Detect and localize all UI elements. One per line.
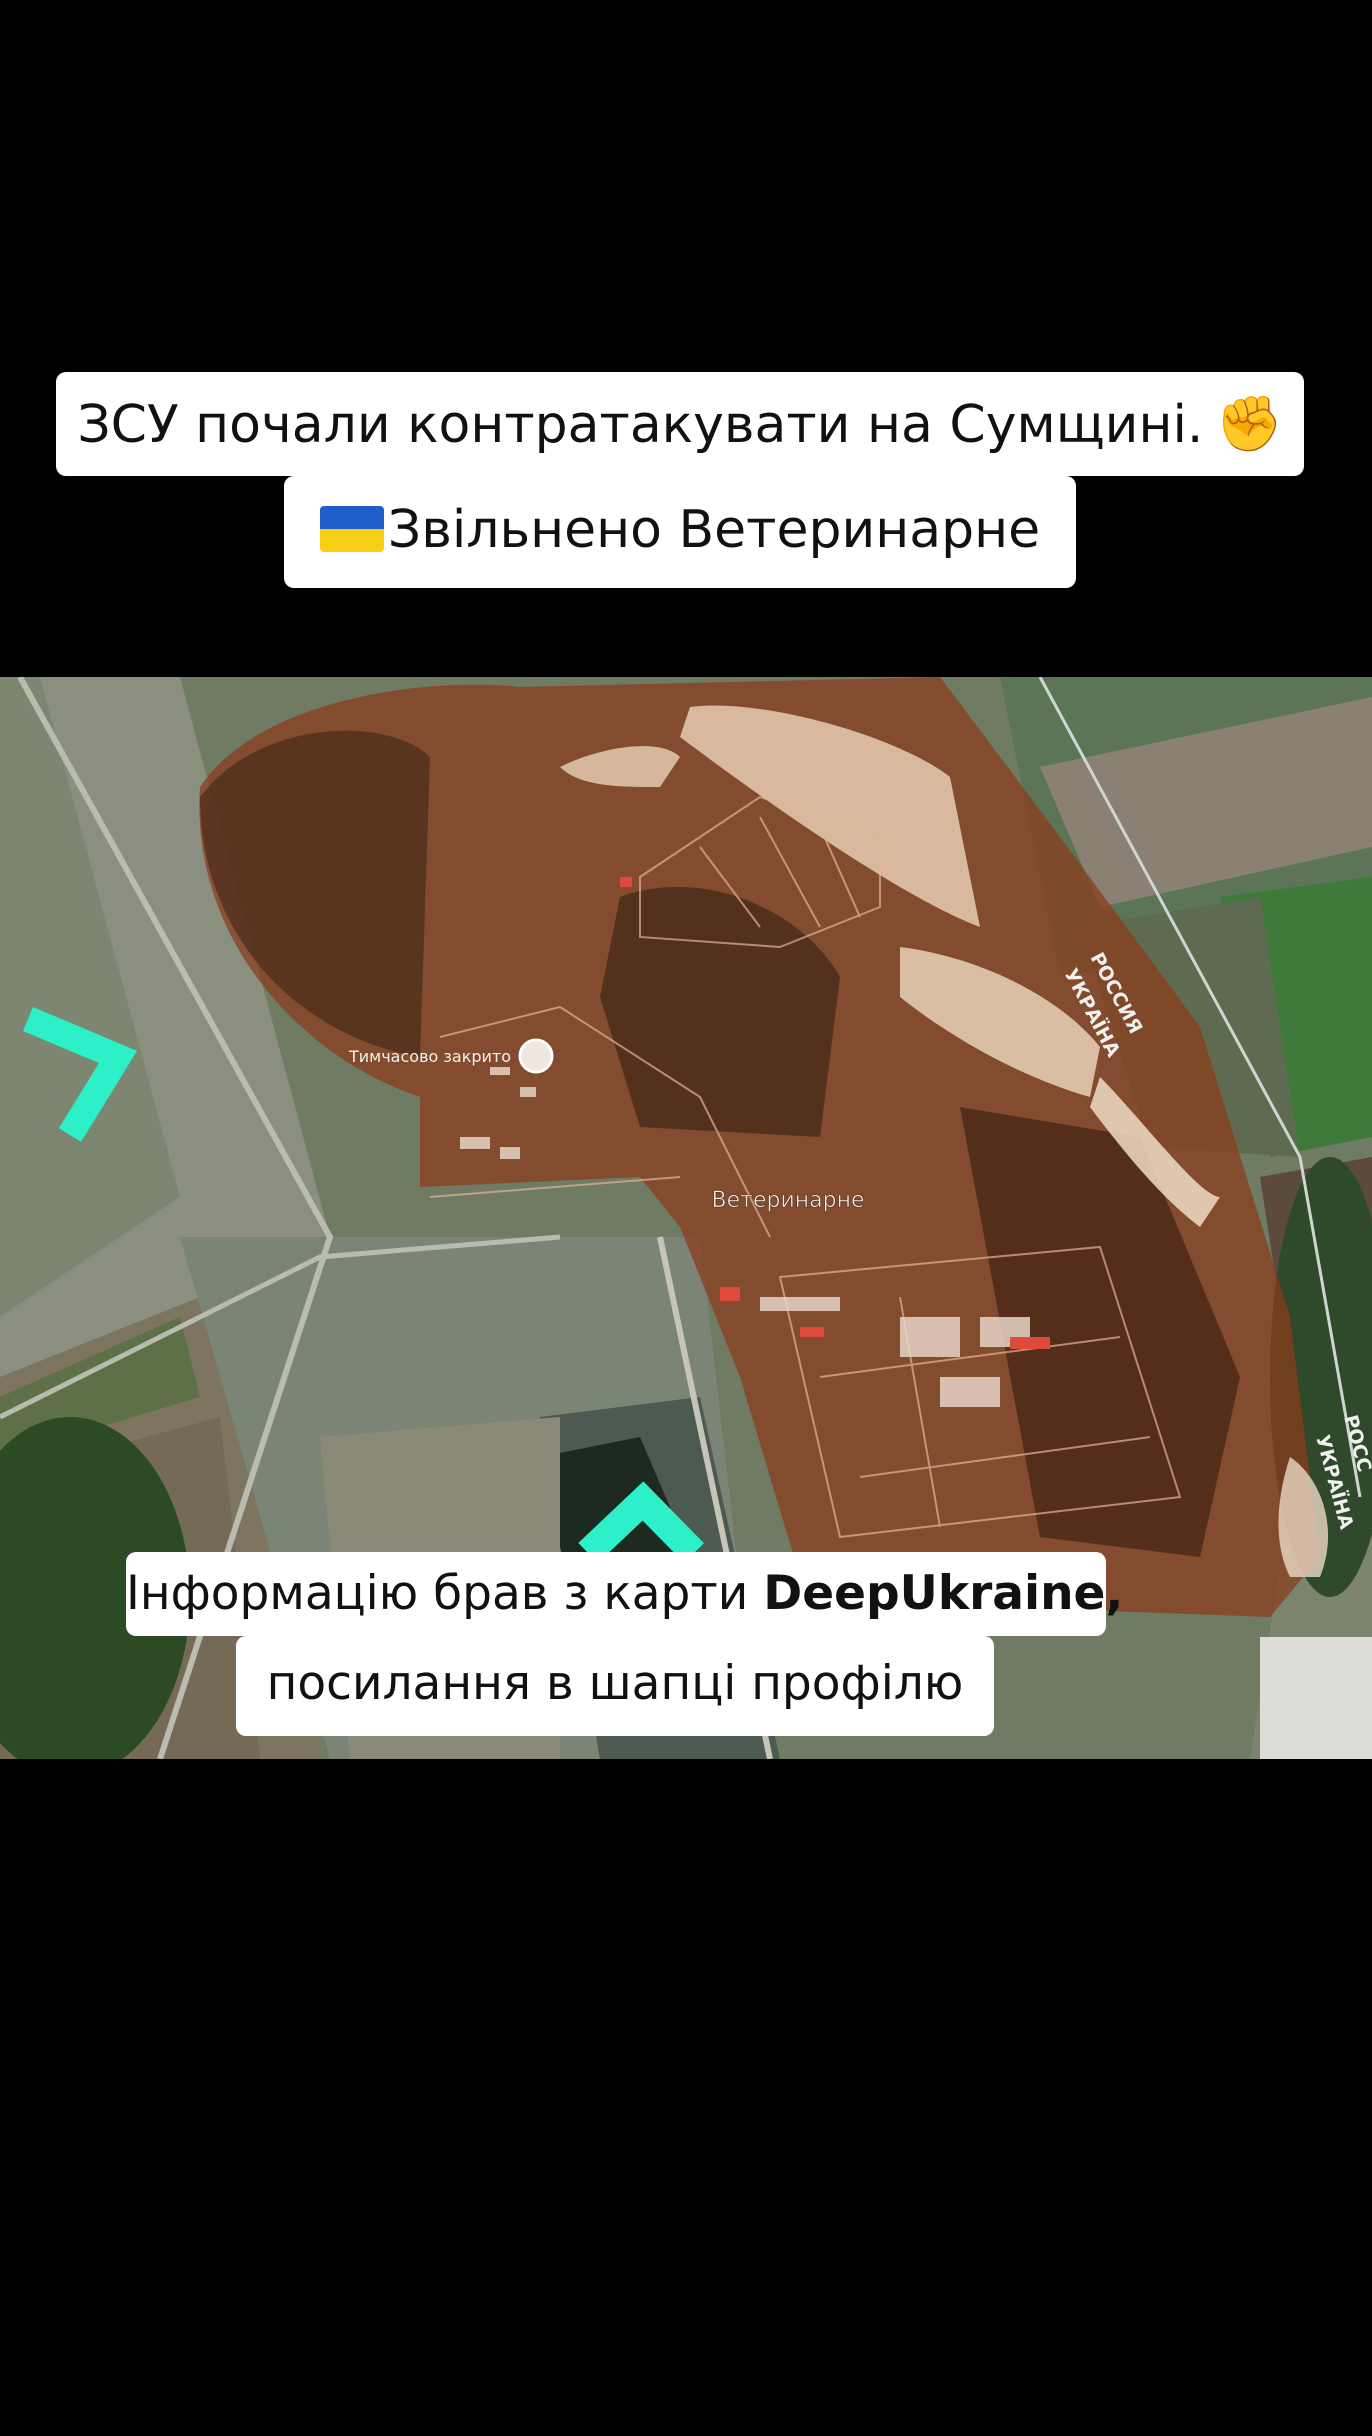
caption-line-2: Звільнено Ветеринарне	[284, 476, 1076, 588]
caption-line-4: посилання в шапці профілю	[236, 1636, 994, 1736]
raised-fist-icon: ✊	[1215, 392, 1283, 455]
caption-text-2: Звільнено Ветеринарне	[387, 500, 1041, 560]
caption-line-3: Інформацію брав з карти DeepUkraine,	[126, 1552, 1123, 1636]
caption-text-3: Інформацію брав з карти	[126, 1566, 764, 1621]
brand-name: DeepUkraine,	[763, 1566, 1124, 1621]
ukraine-flag-icon	[319, 506, 384, 552]
caption-text-1: ЗСУ почали контратакувати на Сумщині.	[77, 395, 1204, 455]
village-label: Ветеринарне	[712, 1188, 865, 1213]
caption-line-1: ЗСУ почали контратакувати на Сумщині. ✊	[56, 372, 1304, 476]
poi-label: Тимчасово закрито	[348, 1047, 511, 1066]
caption-text-4: посилання в шапці профілю	[266, 1656, 964, 1711]
